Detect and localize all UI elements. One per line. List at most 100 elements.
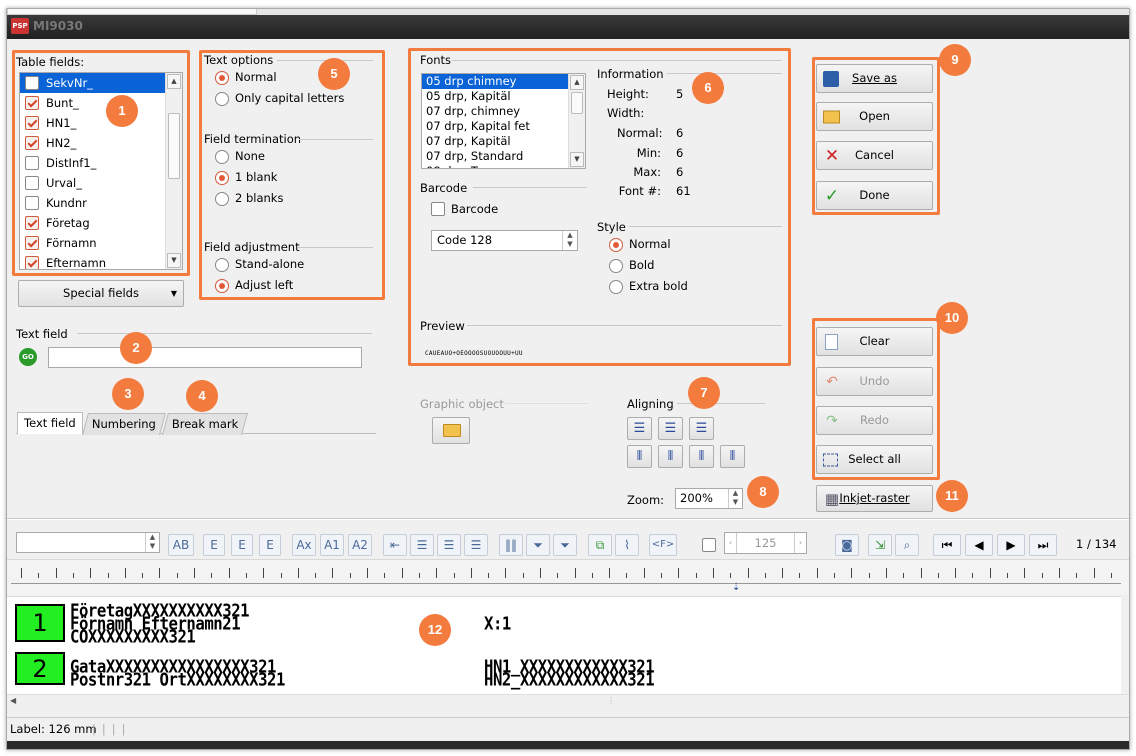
align-right-icon[interactable]: ☰ — [689, 417, 714, 440]
import-icon[interactable]: ⇲ — [868, 534, 892, 556]
align-top-icon[interactable]: ⫴ — [627, 445, 652, 468]
copy-icon[interactable]: ⧉ — [588, 534, 612, 556]
align-center-icon[interactable]: ☰ — [658, 417, 683, 440]
ruler-tick — [229, 568, 230, 578]
style-radio[interactable] — [609, 238, 623, 252]
aligning-label: Aligning — [627, 397, 674, 411]
ruler-tick — [1024, 568, 1025, 578]
graphic-object-label: Graphic object — [420, 397, 504, 411]
ruler-tick — [246, 573, 247, 578]
ruler-tick — [21, 568, 22, 578]
ruler-tick — [263, 568, 264, 578]
ruler-tick — [817, 568, 818, 578]
special-fields-button[interactable]: Special fields ▼ — [18, 280, 184, 307]
field-termination-radio[interactable] — [215, 192, 229, 206]
zoom-input[interactable]: 200% ▲ ▼ — [675, 488, 743, 509]
ruler-tick — [177, 573, 178, 578]
ruler-tick — [1111, 573, 1112, 578]
ruler-tick — [108, 573, 109, 578]
style-radio[interactable] — [609, 280, 623, 294]
last-page-icon[interactable]: ⏭ — [1029, 534, 1057, 556]
ruler-tick — [194, 568, 195, 578]
arrow-left-icon[interactable]: ⇤ — [383, 534, 407, 556]
label-preview[interactable]: 1 FöretagXXXXXXXXXX321 Förnamn Efternamn… — [7, 596, 1121, 694]
barcode-icon[interactable]: ‖‖ — [499, 534, 523, 556]
filter-clear-icon[interactable]: ⏷ — [553, 534, 577, 556]
clear-format-button[interactable]: Ax — [292, 534, 316, 556]
align-center-icon[interactable]: ☰ — [437, 534, 461, 556]
title-bar: PSP MI9030 — [7, 15, 1129, 39]
text-e1-button[interactable]: E — [203, 534, 225, 556]
function-button[interactable]: <F> — [649, 534, 677, 556]
tab-text-field[interactable]: Text field — [17, 412, 83, 434]
text-a1-button[interactable]: A1 — [320, 534, 344, 556]
number-stepper[interactable]: ‹ 125 › — [724, 532, 807, 554]
chevron-left-icon[interactable]: ‹ — [725, 533, 737, 553]
highlight-edit-actions — [812, 318, 940, 480]
align-baseline-icon[interactable]: ⫴ — [720, 445, 745, 468]
field-adjustment-radio[interactable] — [215, 279, 229, 293]
align-bottom-icon[interactable]: ⫴ — [689, 445, 714, 468]
font-select[interactable]: ▲ ▼ — [16, 532, 160, 553]
align-right-icon[interactable]: ☰ — [464, 534, 488, 556]
first-page-icon[interactable]: ⏮ — [933, 534, 961, 556]
label-row-1-number: 1 — [15, 604, 65, 642]
text-option-radio[interactable] — [215, 71, 229, 85]
ruler-tick — [886, 568, 887, 578]
ruler-tick — [142, 573, 143, 578]
ruler-tick — [298, 568, 299, 578]
align-left-icon[interactable]: ☰ — [410, 534, 434, 556]
ruler-tick — [748, 568, 749, 578]
text-field-label: Text field — [16, 327, 68, 341]
text-option-option-label: Only capital letters — [235, 91, 345, 105]
field-termination-radio[interactable] — [215, 150, 229, 164]
next-page-icon[interactable]: ▶ — [997, 534, 1025, 556]
ruler-tick — [332, 568, 333, 578]
number-checkbox[interactable] — [702, 538, 716, 552]
text-a2-button[interactable]: A2 — [348, 534, 372, 556]
grid-icon: ▦ — [824, 489, 840, 508]
spinner-icon[interactable]: ▲ ▼ — [145, 533, 159, 552]
ruler-tick — [1042, 573, 1043, 578]
label-row-2-number: 2 — [15, 652, 65, 685]
ruler-marker-icon[interactable]: ⇣ — [732, 582, 740, 593]
align-middle-icon[interactable]: ⫴ — [658, 445, 683, 468]
ruler-tick — [851, 568, 852, 578]
ruler-tick — [505, 568, 506, 578]
ruler-tick — [436, 568, 437, 578]
uppercase-ab-button[interactable]: AB — [168, 534, 194, 556]
field-termination-radio[interactable] — [215, 171, 229, 185]
tab-numbering-label: Numbering — [91, 417, 156, 431]
text-option-radio[interactable] — [215, 92, 229, 106]
tab-break-mark-label: Break mark — [171, 417, 239, 431]
filter-icon[interactable]: ⏷ — [526, 534, 550, 556]
camera-icon[interactable]: ◙ — [835, 534, 859, 556]
field-adjustment-radio[interactable] — [215, 258, 229, 272]
tab-break-mark[interactable]: Break mark — [162, 413, 249, 435]
align-left-icon[interactable]: ☰ — [627, 417, 652, 440]
tab-numbering[interactable]: Numbering — [82, 413, 166, 435]
spinner-icon[interactable]: ▲ ▼ — [728, 489, 742, 508]
text-field-input[interactable] — [48, 347, 362, 368]
search-icon[interactable]: ⌕ — [895, 534, 919, 556]
go-icon[interactable]: GO — [19, 348, 37, 366]
ruler-tick — [782, 568, 783, 578]
ruler-tick — [765, 573, 766, 578]
ruler-tick — [713, 568, 714, 578]
previous-page-icon[interactable]: ◀ — [965, 534, 993, 556]
inkjet-raster-button[interactable]: ▦ Inkjet-raster — [816, 485, 933, 512]
scroll-thumb[interactable]: ⋮ — [607, 696, 615, 705]
label-row-1-line-3: COXXXXXXXXX321 — [70, 626, 196, 648]
text-e2-button[interactable]: E — [231, 534, 253, 556]
attach-icon[interactable]: ⌇ — [615, 534, 639, 556]
zoom-value: 200% — [680, 491, 713, 505]
style-radio[interactable] — [609, 259, 623, 273]
style-option-label: Bold — [629, 258, 655, 272]
graphic-object-open-button[interactable] — [432, 417, 470, 444]
text-e3-button[interactable]: E — [259, 534, 281, 556]
horizontal-scrollbar[interactable]: ◀ ⋮ — [7, 694, 1129, 710]
ruler-tick — [523, 573, 524, 578]
chevron-right-icon[interactable]: › — [794, 533, 806, 553]
scroll-left-icon[interactable]: ◀ — [10, 696, 16, 705]
ruler-tick — [921, 568, 922, 578]
